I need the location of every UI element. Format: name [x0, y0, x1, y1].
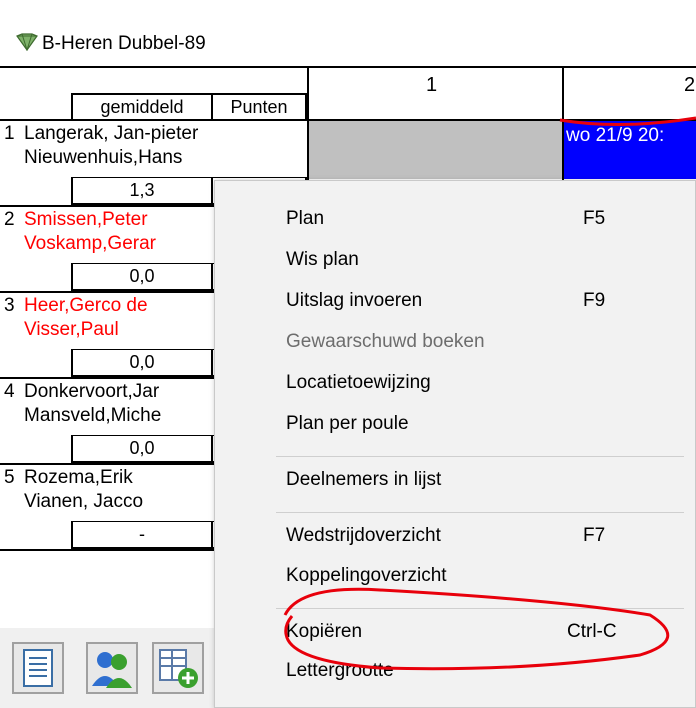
menu-item-deelnemers-in-lijst[interactable]: Deelnemers in lijst — [215, 460, 696, 500]
menu-separator — [276, 608, 684, 609]
menu-item-koppelingoverzicht[interactable]: Koppelingoverzicht — [215, 556, 696, 596]
add-table-icon — [159, 649, 198, 688]
window-titlebar: B-Heren Dubbel-89 — [0, 0, 696, 66]
menu-item-label: Plan per poule — [286, 413, 409, 434]
menu-item-shortcut: F9 — [583, 290, 606, 311]
context-menu: Plan F5 Wis plan Uitslag invoeren F9 Gewaarsc… — [214, 180, 696, 708]
player-number: 3 — [4, 295, 15, 316]
menu-separator — [276, 512, 684, 513]
menu-item-label: Gewaarschuwd boeken — [286, 331, 485, 352]
menu-item-label: Uitslag invoeren — [286, 290, 423, 311]
player-name-1: Heer,Gerco de — [24, 295, 148, 316]
player-name-1: Donkervoort,Jar — [24, 381, 160, 402]
menu-item-label: Lettergrootte — [286, 660, 394, 681]
menu-item-label: Kopiëren — [286, 621, 363, 642]
menu-item-label: Locatietoewijzing — [286, 372, 431, 393]
app-logo-icon — [16, 33, 38, 51]
player-name-1: Smissen,Peter — [24, 209, 148, 230]
player-average: 0,0 — [71, 435, 213, 463]
menu-item-uitslag-invoeren[interactable]: Uitslag invoeren F9 — [215, 281, 696, 321]
player-name-2: Mansveld,Miche — [24, 405, 162, 426]
menu-item-lettergrootte[interactable]: Lettergrootte — [215, 651, 696, 691]
player-name-2: Nieuwenhuis,Hans — [24, 147, 183, 168]
menu-item-locatietoewijzing[interactable]: Locatietoewijzing — [215, 363, 696, 403]
avg-column-header: gemiddeld — [71, 93, 213, 119]
player-number: 4 — [4, 381, 15, 402]
users-button[interactable] — [86, 642, 138, 694]
player-average: - — [71, 521, 213, 549]
menu-item-plan[interactable]: Plan F5 — [215, 199, 696, 239]
player-average: 1,3 — [71, 177, 213, 205]
match-cell-1-2[interactable]: wo 21/9 20: — [564, 121, 696, 179]
menu-item-label: Deelnemers in lijst — [286, 469, 442, 490]
list-icon — [23, 649, 53, 687]
column-header-2[interactable]: 2 — [684, 74, 695, 97]
player-number: 1 — [4, 123, 15, 144]
menu-item-plan-per-poule[interactable]: Plan per poule — [215, 404, 696, 444]
player-average: 0,0 — [71, 349, 213, 377]
points-column-header: Punten — [213, 93, 307, 119]
menu-item-shortcut: Ctrl-C — [567, 621, 617, 642]
match-date: wo 21/9 20: — [566, 125, 665, 146]
add-table-button[interactable] — [152, 642, 204, 694]
player-average: 0,0 — [71, 263, 213, 291]
menu-item-wis-plan[interactable]: Wis plan — [215, 240, 696, 280]
bottom-toolbar — [0, 628, 215, 708]
menu-item-gewaarschuwd-boeken: Gewaarschuwd boeken — [215, 322, 696, 362]
list-button[interactable] — [12, 642, 64, 694]
menu-item-shortcut: F5 — [583, 208, 606, 229]
column-header-1[interactable]: 1 — [426, 74, 437, 97]
player-number: 5 — [4, 467, 15, 488]
player-name-1: Rozema,Erik — [24, 467, 133, 488]
menu-item-kopi-ren[interactable]: Kopiëren Ctrl-C — [215, 612, 696, 652]
player-name-2: Voskamp,Gerar — [24, 233, 156, 254]
menu-item-label: Koppelingoverzicht — [286, 565, 447, 586]
menu-item-label: Wedstrijdoverzicht — [286, 525, 441, 546]
menu-item-label: Wis plan — [286, 249, 359, 270]
menu-item-shortcut: F7 — [583, 525, 606, 546]
player-name-1: Langerak, Jan-pieter — [24, 123, 199, 144]
player-number: 2 — [4, 209, 15, 230]
menu-separator — [276, 456, 684, 457]
window-title: B-Heren Dubbel-89 — [42, 33, 206, 54]
users-icon — [92, 652, 132, 688]
player-name-2: Visser,Paul — [24, 319, 119, 340]
menu-item-wedstrijdoverzicht[interactable]: Wedstrijdoverzicht F7 — [215, 516, 696, 556]
match-cell-1-1[interactable] — [309, 121, 562, 179]
player-name-2: Vianen, Jacco — [24, 491, 144, 512]
menu-item-label: Plan — [286, 208, 325, 229]
